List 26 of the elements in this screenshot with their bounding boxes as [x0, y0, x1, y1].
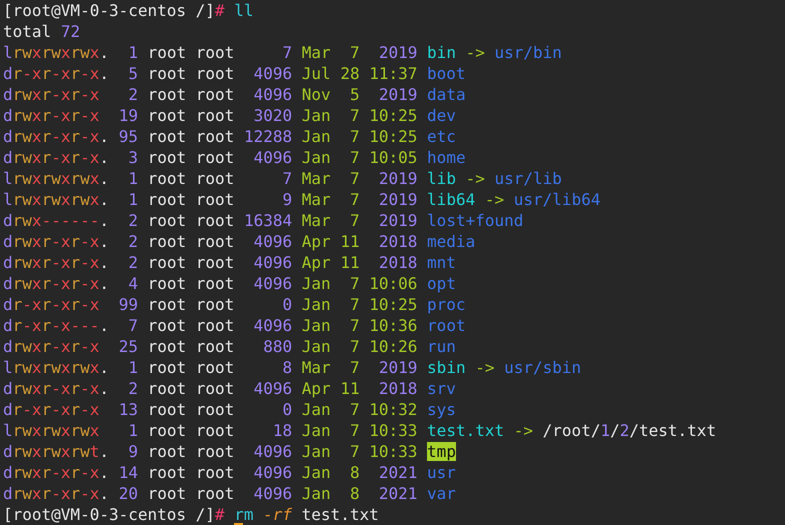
listing-row: lrwxrwxrwx. 1 root root 7 Mar 7 2019 bin -> usr/bin — [3, 42, 562, 63]
listing-row: drwxr-xr-x. 2 root root 4096 Apr 11 2018 mnt — [3, 252, 456, 273]
listing-row: drwxr-xr-x. 20 root root 4096 Jan 8 2021 var — [3, 483, 456, 504]
cursor-icon — [234, 523, 244, 525]
command-line: [root@VM-0-3-centos /]# rm -rf test.txt — [3, 504, 379, 525]
listing-row: dr-xr-xr-x 99 root root 0 Jan 7 10:25 proc — [3, 294, 466, 315]
listing-row: drwxr-xr-x. 4 root root 4096 Jan 7 10:06 opt — [3, 273, 456, 294]
listing-row: lrwxrwxrwx. 1 root root 8 Mar 7 2019 sbin -> usr/sbin — [3, 357, 582, 378]
listing-row: drwxr-xr-x. 2 root root 4096 Apr 11 2018 srv — [3, 378, 456, 399]
listing-row: lrwxrwxrwx. 1 root root 9 Mar 7 2019 lib64 -> usr/lib64 — [3, 189, 600, 210]
listing-row: drwxr-xr-x 25 root root 880 Jan 7 10:26 run — [3, 336, 456, 357]
listing-row: drwxr-xr-x. 95 root root 12288 Jan 7 10:25 etc — [3, 126, 456, 147]
output-line: total 72 — [3, 21, 80, 42]
command-line: [root@VM-0-3-centos /]# ll — [3, 0, 254, 21]
listing-row: drwxr-xr-x. 2 root root 4096 Apr 11 2018 media — [3, 231, 476, 252]
listing-row: dr-xr-xr-x 13 root root 0 Jan 7 10:32 sys — [3, 399, 456, 420]
listing-row: dr-xr-x---. 7 root root 4096 Jan 7 10:36 root — [3, 315, 466, 336]
listing-row: drwxr-xr-x 19 root root 3020 Jan 7 10:25 dev — [3, 105, 456, 126]
listing-row: drwxr-xr-x 2 root root 4096 Nov 5 2019 data — [3, 84, 466, 105]
listing-row: lrwxrwxrwx 1 root root 18 Jan 7 10:33 test.txt -> /root/1/2/test.txt — [3, 420, 716, 441]
listing-row: lrwxrwxrwx. 1 root root 7 Mar 7 2019 lib -> usr/lib — [3, 168, 562, 189]
listing-row: drwxr-xr-x. 3 root root 4096 Jan 7 10:05 home — [3, 147, 466, 168]
listing-row: drwx------. 2 root root 16384 Mar 7 2019 lost+found — [3, 210, 524, 231]
listing-row: dr-xr-xr-x. 5 root root 4096 Jul 28 11:37 boot — [3, 63, 466, 84]
listing-row: drwxr-xr-x. 14 root root 4096 Jan 8 2021 usr — [3, 462, 456, 483]
listing-row: drwxrwxrwt. 9 root root 4096 Jan 7 10:33 tmp — [3, 441, 456, 462]
